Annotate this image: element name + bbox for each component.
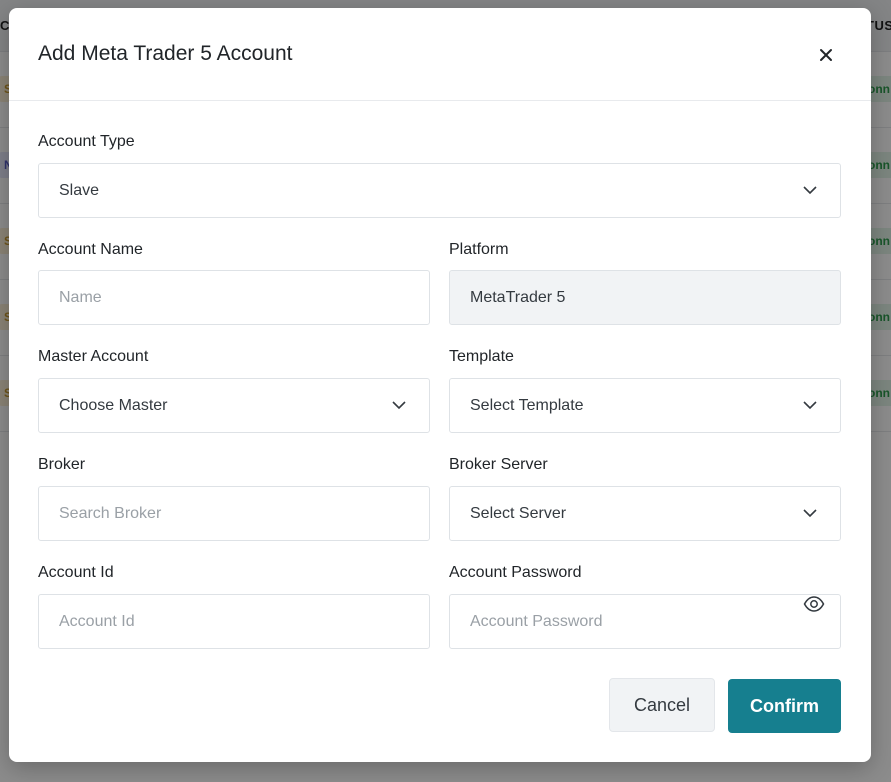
broker-search-input[interactable] [38, 486, 430, 541]
chevron-down-icon [803, 509, 817, 518]
account-id-input[interactable] [38, 594, 430, 649]
account-type-select[interactable]: Slave [38, 163, 841, 218]
confirm-button[interactable]: Confirm [728, 679, 841, 733]
broker-server-value: Select Server [470, 504, 567, 522]
master-account-label: Master Account [38, 348, 149, 365]
close-icon [820, 49, 832, 61]
toggle-password-button[interactable] [801, 596, 829, 618]
platform-value: MetaTrader 5 [470, 288, 566, 306]
chevron-down-icon [803, 401, 817, 410]
close-button[interactable] [813, 42, 839, 68]
master-account-select[interactable]: Choose Master [38, 378, 430, 433]
platform-label: Platform [449, 241, 509, 258]
account-name-input[interactable] [38, 270, 430, 325]
account-name-label: Account Name [38, 241, 143, 258]
template-select[interactable]: Select Template [449, 378, 841, 433]
master-account-value: Choose Master [59, 396, 168, 414]
broker-label: Broker [38, 456, 86, 473]
account-id-label: Account Id [38, 564, 114, 581]
eye-icon [803, 596, 825, 612]
modal-header: Add Meta Trader 5 Account [9, 8, 871, 101]
cancel-button[interactable]: Cancel [609, 678, 715, 732]
platform-field: MetaTrader 5 [449, 270, 841, 325]
broker-server-label: Broker Server [449, 456, 548, 473]
account-type-value: Slave [59, 181, 100, 199]
add-account-modal: Add Meta Trader 5 Account Account Type S… [9, 8, 871, 762]
account-password-label: Account Password [449, 564, 582, 581]
account-type-label: Account Type [38, 133, 135, 150]
chevron-down-icon [392, 401, 406, 410]
broker-server-select[interactable]: Select Server [449, 486, 841, 541]
account-password-input[interactable] [449, 594, 841, 649]
chevron-down-icon [803, 186, 817, 195]
template-value: Select Template [470, 396, 584, 414]
modal-title: Add Meta Trader 5 Account [38, 42, 293, 65]
template-label: Template [449, 348, 514, 365]
